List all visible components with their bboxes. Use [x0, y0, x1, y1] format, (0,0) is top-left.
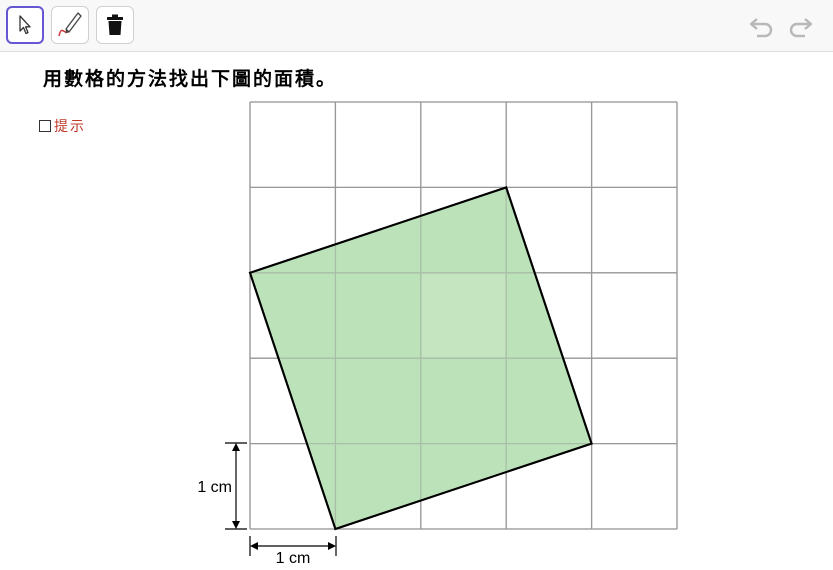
center-cell-highlight	[421, 273, 506, 358]
horizontal-dimension-arrow-right	[328, 542, 336, 550]
vertical-dimension-arrow-up	[232, 443, 240, 451]
vertical-dimension-label: 1 cm	[197, 479, 232, 496]
horizontal-dimension-label: 1 cm	[276, 550, 311, 567]
horizontal-dimension-arrow-left	[250, 542, 258, 550]
geometry-board: 1 cm 1 cm	[197, 101, 678, 567]
vertical-dimension-arrow-down	[232, 521, 240, 529]
